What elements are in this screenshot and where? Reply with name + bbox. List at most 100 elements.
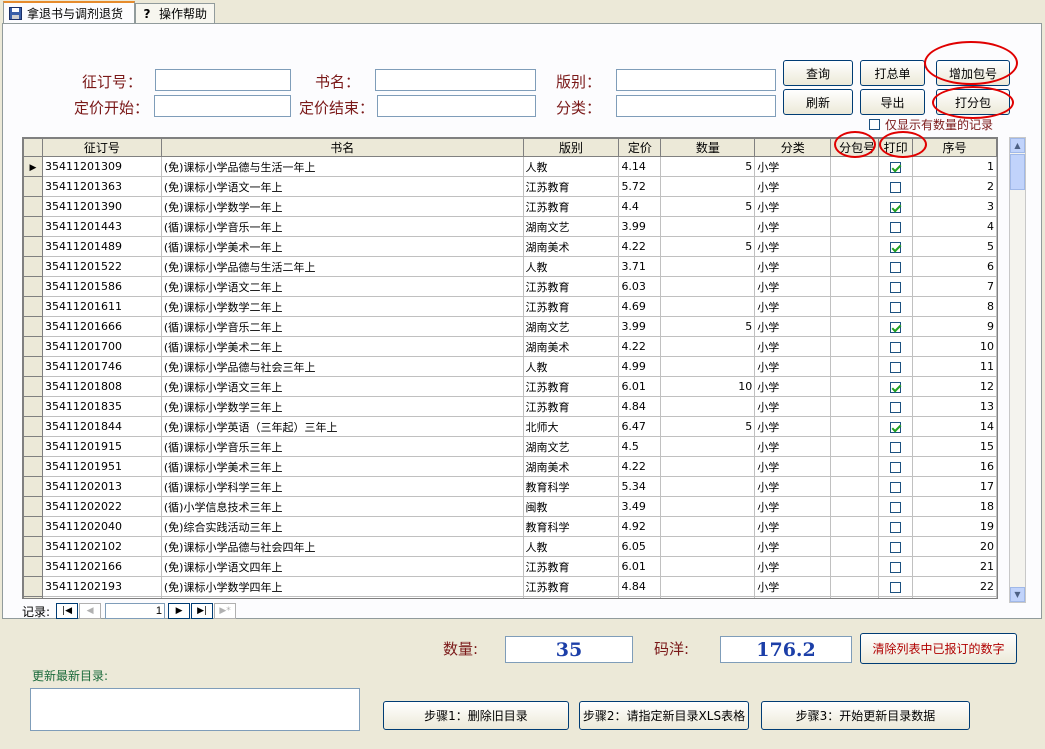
cell-order-no[interactable]: 35411201700 [41,336,162,357]
cell-seq[interactable]: 20 [912,536,997,557]
cell-price[interactable]: 3.49 [618,496,662,517]
cell-price[interactable]: 6.03 [618,276,662,297]
cell-seq[interactable]: 22 [912,576,997,597]
row-selector[interactable] [23,376,43,397]
print-checkbox[interactable] [890,241,902,253]
query-button[interactable]: 查询 [783,60,853,86]
cell-price[interactable]: 5.72 [618,176,662,197]
cell-order-no[interactable]: 35411201611 [41,296,162,317]
cell-category[interactable]: 小学 [754,196,832,217]
cell-order-no[interactable]: 35411202040 [41,516,162,537]
cell-seq[interactable]: 18 [912,496,997,517]
table-row[interactable]: 35411202193 (免)课标小学数学四年上 江苏教育 4.84 小学 22 [23,576,997,597]
table-row[interactable]: 35411201522 (免)课标小学品德与生活二年上 人教 3.71 小学 6 [23,256,997,277]
cell-qty[interactable] [660,496,756,517]
cell-seq[interactable]: 14 [912,416,997,437]
cell-order-no[interactable]: 35411202013 [41,476,162,497]
cell-title[interactable]: (免)课标小学数学三年上 [160,396,524,417]
cell-qty[interactable]: 5 [660,156,756,177]
cell-seq[interactable]: 16 [912,456,997,477]
vertical-scrollbar[interactable]: ▲ ▼ [1009,137,1026,603]
cell-title[interactable]: (免)综合实践活动三年上 [160,516,524,537]
cell-edition[interactable]: 人教 [522,356,620,377]
cell-category[interactable]: 小学 [754,216,832,237]
cell-seq[interactable]: 17 [912,476,997,497]
prev-record-icon[interactable]: ◀ [79,603,102,619]
cell-qty[interactable] [660,456,756,477]
cell-package[interactable] [830,176,880,197]
row-selector[interactable] [23,596,43,598]
col-header[interactable]: 数量 [660,138,756,157]
title-input[interactable] [375,69,536,91]
table-row[interactable]: 35411201363 (免)课标小学语文一年上 江苏教育 5.72 小学 2 [23,176,997,197]
record-number-input[interactable] [105,603,166,619]
cell-category[interactable]: 小学 [754,516,832,537]
cell-title[interactable]: (免)课标小学语文一年上 [160,176,524,197]
cell-package[interactable] [830,196,880,217]
table-row[interactable]: 35411202022 (循)小学信息技术三年上 闽教 3.49 小学 18 [23,496,997,517]
cell-title[interactable]: (循)课标小学音乐二年上 [160,316,524,337]
cell-category[interactable]: 小学 [754,416,832,437]
cell-title[interactable]: (免)课标小学语文二年上 [160,276,524,297]
next-record-icon[interactable]: ▶ [168,603,191,619]
table-row[interactable]: 35411201443 (循)课标小学音乐一年上 湖南文艺 3.99 小学 4 [23,216,997,237]
col-header[interactable]: 征订号 [41,138,162,157]
row-selector[interactable] [23,276,43,297]
print-checkbox[interactable] [890,581,902,593]
cell-package[interactable] [830,156,880,177]
cell-title[interactable]: (循)小学信息技术三年上 [160,496,524,517]
cell-edition[interactable]: 湖南美术 [522,456,620,477]
cell-title[interactable]: (免)课标小学品德与社会三年上 [160,356,524,377]
cell-package[interactable] [830,456,880,477]
row-selector[interactable] [23,176,43,197]
cell-edition[interactable]: 人教 [522,536,620,557]
row-selector[interactable] [23,416,43,437]
cell-qty[interactable] [660,396,756,417]
table-row[interactable]: 35411202246(循)课标小学音乐四年上湖南文艺4.5 小学 23 [23,596,997,598]
cell-qty[interactable] [660,596,756,598]
cell-order-no[interactable]: 35411201666 [41,316,162,337]
cell-qty[interactable] [660,256,756,277]
cell-edition[interactable]: 湖南美术 [522,236,620,257]
cell-qty[interactable] [660,296,756,317]
table-row[interactable]: 35411202040 (免)综合实践活动三年上 教育科学 4.92 小学 19 [23,516,997,537]
col-header[interactable]: 定价 [618,138,662,157]
cell-edition[interactable]: 教育科学 [522,516,620,537]
cell-title[interactable]: (循)课标小学美术二年上 [160,336,524,357]
cell-category[interactable]: 小学 [754,336,832,357]
table-row[interactable]: 35411202013 (循)课标小学科学三年上 教育科学 5.34 小学 17 [23,476,997,497]
first-record-icon[interactable]: |◀ [56,603,79,619]
cell-price[interactable]: 4.84 [618,576,662,597]
cell-price[interactable]: 4.99 [618,356,662,377]
cell-order-no[interactable]: 35411202166 [41,556,162,577]
cell-package[interactable] [830,576,880,597]
step2-select-xls-button[interactable]: 步骤2：请指定新目录XLS表格 [579,701,749,730]
export-button[interactable]: 导出 [860,89,925,115]
cell-category[interactable]: 小学 [754,236,832,257]
cell-category[interactable]: 小学 [754,356,832,377]
cell-category[interactable]: 小学 [754,576,832,597]
cell-qty[interactable] [660,336,756,357]
cell-category[interactable]: 小学 [754,596,832,598]
cell-package[interactable] [830,356,880,377]
cell-price[interactable]: 4.22 [618,456,662,477]
cell-package[interactable] [830,216,880,237]
print-checkbox[interactable] [890,281,902,293]
last-record-icon[interactable]: ▶| [191,603,214,619]
scroll-up-icon[interactable]: ▲ [1010,138,1025,153]
row-selector[interactable] [23,556,43,577]
table-row[interactable]: 35411201844 (免)课标小学英语（三年起）三年上 北师大 6.47 5 小学 14 [23,416,997,437]
print-checkbox[interactable] [890,401,902,413]
cell-price[interactable]: 3.99 [618,316,662,337]
cell-order-no[interactable]: 35411201489 [41,236,162,257]
cell-title[interactable]: (免)课标小学数学二年上 [160,296,524,317]
cell-package[interactable] [830,416,880,437]
cell-category[interactable]: 小学 [754,456,832,477]
cell-price[interactable]: 4.69 [618,296,662,317]
cell-title[interactable]: (免)课标小学品德与生活一年上 [160,156,524,177]
row-selector[interactable] [23,536,43,557]
print-checkbox[interactable] [890,521,902,533]
cell-price[interactable]: 6.05 [618,536,662,557]
table-row[interactable]: 35411201489 (循)课标小学美术一年上 湖南美术 4.22 5 小学 5 [23,236,997,257]
cell-package[interactable] [830,296,880,317]
